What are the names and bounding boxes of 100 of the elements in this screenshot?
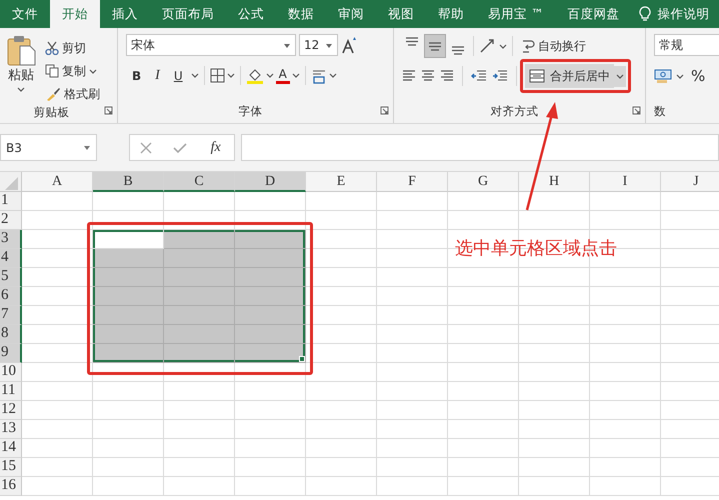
group-label: 字体 <box>238 102 264 120</box>
caret-icon[interactable] <box>328 72 337 79</box>
selected-cell[interactable] <box>235 287 306 306</box>
caret-icon[interactable] <box>266 72 274 79</box>
selected-cell[interactable] <box>235 344 306 363</box>
bold-button[interactable]: B <box>126 66 148 86</box>
ribbon-tab[interactable]: 视图 <box>376 0 426 28</box>
row-header[interactable]: 14 <box>0 439 22 458</box>
format-painter-button[interactable]: 格式刷 <box>42 84 103 104</box>
dialog-launcher-icon[interactable] <box>380 106 389 116</box>
insert-function-button[interactable]: fx <box>208 136 224 159</box>
row-header[interactable]: 15 <box>0 458 22 477</box>
column-header[interactable]: B <box>93 172 164 192</box>
percent-button[interactable]: % <box>688 64 708 88</box>
ribbon-tab[interactable]: 插入 <box>100 0 150 28</box>
fill-handle[interactable] <box>299 356 305 362</box>
selected-cell[interactable] <box>93 287 164 306</box>
selected-cell[interactable] <box>164 306 235 325</box>
selected-cell[interactable] <box>164 268 235 287</box>
ribbon-tab[interactable]: 页面布局 <box>150 0 226 28</box>
column-header[interactable]: A <box>22 172 93 192</box>
selected-cell[interactable] <box>235 325 306 344</box>
formula-input[interactable] <box>241 134 719 161</box>
row-header[interactable]: 10 <box>0 363 22 382</box>
caret-icon[interactable] <box>190 72 199 79</box>
ribbon-tab[interactable]: 易用宝 ™ <box>476 0 556 28</box>
row-header[interactable]: 8 <box>0 325 22 344</box>
align-icon[interactable] <box>421 69 435 83</box>
selected-cell[interactable] <box>235 268 306 287</box>
dialog-launcher-icon[interactable] <box>632 106 641 116</box>
decrease-indent-icon[interactable] <box>471 69 487 83</box>
row-header[interactable]: 13 <box>0 420 22 439</box>
selected-cell[interactable] <box>93 268 164 287</box>
wrap-text-button[interactable]: 自动换行 <box>518 36 589 56</box>
fill-color-icon[interactable] <box>246 68 264 84</box>
row-header[interactable]: 12 <box>0 401 22 420</box>
selected-cell[interactable] <box>164 344 235 363</box>
font-size-field[interactable]: 12 <box>299 34 338 56</box>
ribbon-tab[interactable]: 公式 <box>226 0 276 28</box>
row-header[interactable]: 5 <box>0 268 22 287</box>
paste-button[interactable]: 粘贴 <box>4 34 38 104</box>
increase-indent-icon[interactable] <box>492 69 508 83</box>
selected-cell[interactable] <box>235 230 306 249</box>
column-header[interactable]: E <box>306 172 377 192</box>
copy-button[interactable]: 复制 <box>42 61 103 81</box>
underline-button[interactable]: U <box>168 66 189 86</box>
ribbon-tab[interactable]: 帮助 <box>426 0 476 28</box>
selected-cell[interactable] <box>235 306 306 325</box>
column-header[interactable]: F <box>377 172 448 192</box>
column-header[interactable]: C <box>164 172 235 192</box>
row-header[interactable]: 9 <box>0 344 22 363</box>
tell-me-text[interactable]: 操作说明 <box>657 4 710 24</box>
merge-center-button[interactable]: 合并后居中 <box>525 64 614 88</box>
selected-cell[interactable] <box>93 325 164 344</box>
dialog-launcher-icon[interactable] <box>104 106 113 116</box>
ribbon-tab[interactable]: 文件 <box>0 0 50 28</box>
selected-cell[interactable] <box>93 344 164 363</box>
column-header[interactable]: J <box>661 172 719 192</box>
ribbon-tab[interactable]: 审阅 <box>326 0 376 28</box>
column-header[interactable]: H <box>519 172 590 192</box>
selected-cell[interactable] <box>164 287 235 306</box>
row-header[interactable]: 11 <box>0 382 22 401</box>
caret-icon <box>325 42 333 48</box>
caret-icon[interactable] <box>676 72 684 80</box>
column-header[interactable]: D <box>235 172 306 192</box>
selected-cell[interactable] <box>235 249 306 268</box>
selected-cell[interactable] <box>164 249 235 268</box>
merge-dropdown-button[interactable] <box>614 66 626 86</box>
borders-icon[interactable] <box>210 68 225 83</box>
row-header[interactable]: 3 <box>0 230 22 249</box>
selected-cell[interactable] <box>164 230 235 249</box>
italic-button[interactable]: I <box>149 64 166 87</box>
selected-cell[interactable] <box>93 249 164 268</box>
row-header[interactable]: 7 <box>0 306 22 325</box>
align-icon[interactable] <box>440 69 454 83</box>
caret-icon[interactable] <box>499 42 507 50</box>
column-header[interactable]: I <box>590 172 661 192</box>
number-format-field[interactable]: 常规 <box>654 34 719 56</box>
font-color-button[interactable]: A <box>276 68 290 84</box>
selected-cell[interactable] <box>93 306 164 325</box>
row-header[interactable]: 16 <box>0 477 22 496</box>
increase-font-size-icon[interactable] <box>341 36 357 54</box>
vertical-align-button[interactable] <box>424 34 446 58</box>
align-icon[interactable] <box>402 69 416 83</box>
row-header[interactable]: 4 <box>0 249 22 268</box>
row-header[interactable]: 1 <box>0 192 22 211</box>
caret-icon[interactable] <box>292 72 300 79</box>
ribbon-tab[interactable]: 数据 <box>276 0 326 28</box>
font-name-field[interactable]: 宋体 <box>126 34 296 56</box>
ribbon-tab[interactable]: 开始 <box>50 0 100 28</box>
name-box[interactable]: B3 <box>0 134 97 161</box>
ribbon-tab[interactable]: 百度网盘 <box>555 0 632 28</box>
selected-cell[interactable] <box>164 325 235 344</box>
currency-icon[interactable] <box>654 68 672 84</box>
row-header[interactable]: 2 <box>0 211 22 230</box>
active-cell[interactable] <box>93 230 164 249</box>
cut-button[interactable]: 剪切 <box>42 38 103 58</box>
row-header[interactable]: 6 <box>0 287 22 306</box>
column-header[interactable]: G <box>448 172 519 192</box>
caret-icon[interactable] <box>226 72 235 79</box>
